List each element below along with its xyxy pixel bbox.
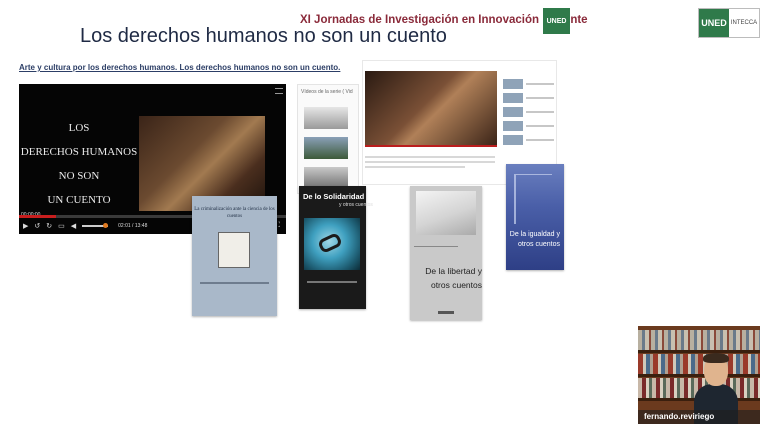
web-list-thumb-5 (503, 135, 523, 145)
forward-icon[interactable]: ↻ (46, 222, 52, 230)
shelf-board-1 (638, 350, 760, 353)
web-video-frame (365, 71, 497, 145)
book-cover-2: De lo Solidaridad y otros cuentos (299, 186, 373, 309)
web-list-thumb-2 (503, 93, 523, 103)
logo-uned: UNED (699, 9, 729, 37)
book-1-footer (200, 282, 269, 284)
video-line-4: UN CUENTO (47, 194, 111, 206)
video-time: 02:01 / 13:48 (118, 223, 148, 229)
book-2-subtitle: y otros cuentos (339, 202, 373, 208)
web-list-thumb-1 (503, 79, 523, 89)
book-3-title: De la libertad y otros cuentos (425, 266, 482, 290)
web-list-text-3 (526, 111, 554, 113)
book-cover-1: La criminalización ante la ciencia de lo… (192, 196, 277, 316)
rewind-icon[interactable]: ↺ (34, 222, 40, 230)
slide-title: Los derechos humanos no son un cuento (80, 25, 447, 47)
presenter-hair (703, 353, 729, 363)
web-list-text-4 (526, 125, 554, 127)
play-icon[interactable]: ▶ (23, 222, 28, 230)
book-1-title: La criminalización ante la ciencia de lo… (194, 207, 275, 219)
video-line-2: DERECHOS HUMANOS (20, 146, 138, 158)
book-2-footer (307, 281, 357, 283)
shelf-board-2 (638, 374, 760, 377)
book-4-title: De la igualdad y otros cuentos (509, 231, 560, 248)
web-list-text-1 (526, 83, 554, 85)
series-thumb-2[interactable] (304, 137, 348, 159)
web-list-thumb-3 (503, 107, 523, 117)
volume-icon[interactable]: ◀ (71, 222, 76, 230)
logo-intecca: INTECCA (730, 20, 758, 26)
book-3-illustration (416, 191, 476, 235)
web-text-3 (365, 166, 465, 168)
book-2-title: De lo Solidaridad (303, 192, 365, 201)
captions-icon[interactable]: ▭ (58, 222, 65, 230)
video-line-3: NO SON (58, 170, 100, 182)
web-video-progress (365, 145, 497, 147)
book-cover-3: De la libertad y otros cuentos (410, 186, 482, 320)
presenter-name-bar: fernando.reviriego (638, 410, 760, 424)
slide-subtitle: Arte y cultura por los derechos humanos.… (19, 63, 341, 72)
presenter-name: fernando.reviriego (644, 412, 715, 421)
video-line-1: LOS (68, 122, 90, 134)
web-text-1 (365, 156, 495, 158)
volume-slider[interactable] (82, 223, 109, 228)
book-1-illustration (218, 232, 250, 268)
series-panel-header: Vídeos de la serie ( Vid (301, 89, 353, 95)
menu-icon[interactable] (275, 88, 283, 94)
book-3-credits (414, 246, 458, 260)
series-thumb-1[interactable] (304, 107, 348, 129)
book-cover-4: De la igualdad y otros cuentos (506, 164, 564, 270)
presenter-webcam: fernando.reviriego (638, 326, 760, 424)
bookshelf-row-1 (638, 330, 760, 350)
web-list-thumb-4 (503, 121, 523, 131)
series-panel: Vídeos de la serie ( Vid (297, 84, 359, 194)
bookshelf-row-2 (638, 354, 760, 374)
video-title-card: LOS DERECHOS HUMANOS NO SON UN CUENTO (19, 116, 139, 212)
uned-badge: UNED (543, 8, 570, 34)
web-text-2 (365, 161, 495, 163)
book-3-publisher-logo (438, 311, 454, 314)
web-list-text-5 (526, 139, 554, 141)
book-4-illustration (514, 174, 552, 224)
web-list-text-2 (526, 97, 554, 99)
uned-intecca-logo: UNED INTECCA (698, 8, 760, 38)
